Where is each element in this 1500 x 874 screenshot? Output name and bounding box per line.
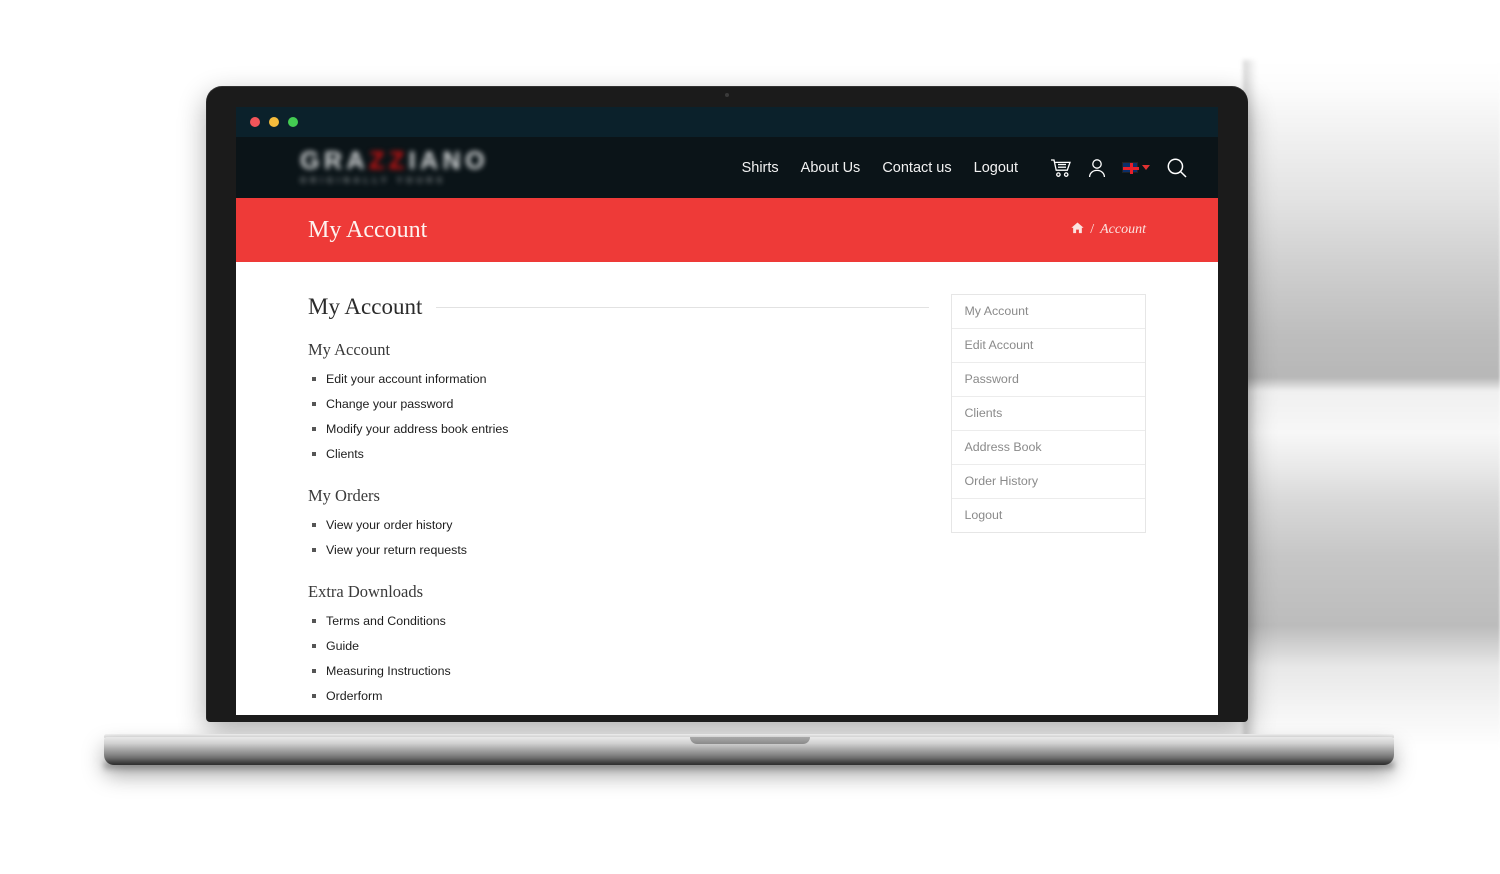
link-return-requests[interactable]: View your return requests bbox=[326, 543, 467, 557]
list-item[interactable]: Terms and Conditions bbox=[312, 614, 929, 628]
site-logo[interactable]: GRAZZIANO ORIGINALLY YOURS bbox=[300, 147, 492, 189]
breadcrumb-separator: / bbox=[1090, 222, 1095, 237]
list-item[interactable]: Change your password bbox=[312, 397, 929, 411]
list-item[interactable]: Modify your address book entries bbox=[312, 422, 929, 436]
sidebar-item-order-history[interactable]: Order History bbox=[952, 465, 1145, 499]
logo-tagline: ORIGINALLY YOURS bbox=[300, 175, 447, 185]
list-item[interactable]: Measuring Instructions bbox=[312, 664, 929, 678]
list-item[interactable]: Guide bbox=[312, 639, 929, 653]
page-banner: My Account / Account bbox=[236, 198, 1218, 262]
home-icon[interactable] bbox=[1071, 222, 1084, 238]
nav-shirts[interactable]: Shirts bbox=[742, 160, 779, 176]
sidebar-item-my-account[interactable]: My Account bbox=[952, 295, 1145, 329]
link-clients[interactable]: Clients bbox=[326, 447, 364, 461]
search-icon[interactable] bbox=[1166, 157, 1188, 179]
sidebar-item-logout[interactable]: Logout bbox=[952, 499, 1145, 532]
link-change-password[interactable]: Change your password bbox=[326, 397, 453, 411]
nav-icon-group bbox=[1050, 157, 1188, 179]
link-modify-address-book[interactable]: Modify your address book entries bbox=[326, 422, 509, 436]
link-list-extra-downloads: Terms and Conditions Guide Measuring Ins… bbox=[312, 614, 929, 703]
site-header: GRAZZIANO ORIGINALLY YOURS Shirts About … bbox=[236, 137, 1218, 198]
user-account-icon[interactable] bbox=[1088, 158, 1106, 178]
list-item[interactable]: Clients bbox=[312, 447, 929, 461]
link-terms-and-conditions[interactable]: Terms and Conditions bbox=[326, 614, 446, 628]
sidebar-item-address-book[interactable]: Address Book bbox=[952, 431, 1145, 465]
main-navigation: Shirts About Us Contact us Logout bbox=[742, 157, 1188, 179]
section-title-my-account: My Account bbox=[308, 340, 391, 359]
screenshot-stage: GRAZZIANO ORIGINALLY YOURS Shirts About … bbox=[0, 0, 1500, 874]
flag-icon bbox=[1122, 162, 1139, 174]
account-sidebar: My Account Edit Account Password Clients… bbox=[951, 294, 1146, 533]
nav-about-us[interactable]: About Us bbox=[801, 160, 861, 176]
page-body: My Account My Account Edit your account … bbox=[236, 262, 1218, 715]
laptop-shadow bbox=[104, 762, 1394, 772]
window-close-button[interactable] bbox=[250, 117, 260, 127]
logo-suffix: IANO bbox=[408, 146, 490, 175]
language-selector[interactable] bbox=[1122, 162, 1150, 174]
shopping-cart-icon[interactable] bbox=[1050, 158, 1072, 178]
background-panel bbox=[1243, 60, 1500, 750]
list-item[interactable]: Edit your account information bbox=[312, 372, 929, 386]
chevron-down-icon bbox=[1142, 165, 1150, 170]
window-minimize-button[interactable] bbox=[269, 117, 279, 127]
content-heading: My Account bbox=[308, 294, 930, 320]
webcam-icon bbox=[725, 93, 729, 97]
breadcrumb: / Account bbox=[1071, 222, 1146, 238]
window-maximize-button[interactable] bbox=[288, 117, 298, 127]
section-title-extra-downloads: Extra Downloads bbox=[308, 582, 424, 601]
logo-accent: ZZ bbox=[369, 146, 409, 175]
list-item[interactable]: View your order history bbox=[312, 518, 929, 532]
link-list-my-account: Edit your account information Change you… bbox=[312, 372, 929, 461]
heading-divider bbox=[436, 306, 930, 308]
browser-chrome-bar bbox=[236, 107, 1218, 137]
main-column: My Account My Account Edit your account … bbox=[308, 294, 930, 715]
link-measuring-instructions[interactable]: Measuring Instructions bbox=[326, 664, 451, 678]
link-edit-account-information[interactable]: Edit your account information bbox=[326, 372, 486, 386]
link-order-history[interactable]: View your order history bbox=[326, 518, 452, 532]
list-item[interactable]: Orderform bbox=[312, 689, 929, 703]
sidebar-item-password[interactable]: Password bbox=[952, 363, 1145, 397]
link-orderform[interactable]: Orderform bbox=[326, 689, 382, 703]
page-title: My Account bbox=[308, 216, 428, 243]
sidebar-column: My Account Edit Account Password Clients… bbox=[951, 294, 1146, 715]
nav-contact-us[interactable]: Contact us bbox=[882, 160, 951, 176]
breadcrumb-current: Account bbox=[1100, 222, 1146, 237]
sidebar-item-clients[interactable]: Clients bbox=[952, 397, 1145, 431]
browser-screen: GRAZZIANO ORIGINALLY YOURS Shirts About … bbox=[236, 107, 1218, 715]
sidebar-item-edit-account[interactable]: Edit Account bbox=[952, 329, 1145, 363]
logo-prefix: GRA bbox=[300, 146, 370, 175]
section-title-my-orders: My Orders bbox=[308, 486, 380, 505]
laptop-notch bbox=[690, 737, 810, 744]
content-heading-text: My Account bbox=[308, 294, 423, 319]
logo-wordmark: GRAZZIANO bbox=[300, 147, 492, 175]
link-guide[interactable]: Guide bbox=[326, 639, 359, 653]
list-item[interactable]: View your return requests bbox=[312, 543, 929, 557]
link-list-my-orders: View your order history View your return… bbox=[312, 518, 929, 557]
nav-logout[interactable]: Logout bbox=[974, 160, 1018, 176]
